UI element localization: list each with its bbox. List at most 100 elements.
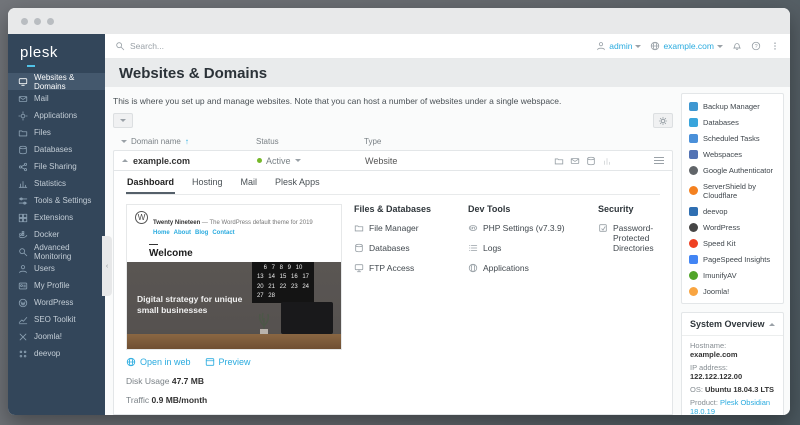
search-input[interactable] — [130, 41, 350, 51]
tool-deevop[interactable]: deevop — [689, 203, 776, 219]
tool-servershield[interactable]: ServerShield by Cloudflare — [689, 178, 776, 203]
preview-hero-text: Digital strategy for unique small busine… — [137, 294, 262, 316]
tab-hosting[interactable]: Hosting — [191, 171, 224, 194]
chevron-down-icon[interactable] — [295, 159, 301, 162]
tool-databases[interactable]: Databases — [689, 114, 776, 130]
sidebar-item-seo-toolkit[interactable]: SEO Toolkit — [8, 311, 105, 328]
tools-panel: Backup Manager Databases Scheduled Tasks… — [681, 93, 784, 304]
theme-title: Twenty Nineteen — The WordPress default … — [153, 220, 313, 226]
domain-dashboard-card: Dashboard Hosting Mail Plesk Apps — [113, 171, 673, 415]
mail-icon — [18, 94, 28, 104]
domain-name[interactable]: example.com — [133, 156, 190, 166]
sort-ascending-icon[interactable]: ↑ — [185, 137, 189, 146]
sidebar-item-my-profile[interactable]: My Profile — [8, 277, 105, 294]
open-in-web-link[interactable]: Open in web — [126, 357, 191, 367]
sidebar-item-mail[interactable]: Mail — [8, 90, 105, 107]
window-maximize-button[interactable] — [47, 18, 54, 25]
webspaces-icon — [689, 150, 698, 159]
tool-wordpress[interactable]: WordPress — [689, 219, 776, 235]
statistics-icon[interactable] — [602, 156, 612, 166]
tool-imunifyav[interactable]: ImunifyAV — [689, 267, 776, 283]
mail-icon[interactable] — [570, 156, 580, 166]
notifications-bell-icon[interactable] — [732, 41, 742, 51]
column-domain-name[interactable]: Domain name — [131, 137, 181, 146]
sidebar-item-users[interactable]: Users — [8, 260, 105, 277]
collapse-panel-icon[interactable] — [769, 323, 775, 326]
window-minimize-button[interactable] — [34, 18, 41, 25]
tool-webspaces[interactable]: Webspaces — [689, 146, 776, 162]
row-menu-icon[interactable] — [654, 157, 664, 164]
globe-icon — [650, 41, 660, 51]
link-logs[interactable]: Logs — [468, 243, 588, 253]
sidebar-item-files[interactable]: Files — [8, 124, 105, 141]
system-overview-panel: System Overview Hostname: example.com IP… — [681, 312, 784, 415]
tool-google-authenticator[interactable]: Google Authenticator — [689, 162, 776, 178]
sidebar-collapse-handle[interactable]: ‹ — [102, 236, 112, 296]
tab-mail[interactable]: Mail — [240, 171, 259, 194]
os-row: OS: Ubuntu 18.04.3 LTS — [690, 385, 775, 394]
site-preview-thumbnail[interactable]: W Twenty Nineteen — The WordPress defaul… — [126, 204, 342, 350]
tab-plesk-apps[interactable]: Plesk Apps — [274, 171, 321, 194]
sidebar-item-advanced-monitoring[interactable]: Advanced Monitoring — [8, 243, 105, 260]
link-applications[interactable]: Applications — [468, 263, 588, 273]
tool-backup-manager[interactable]: Backup Manager — [689, 98, 776, 114]
files-icon[interactable] — [554, 156, 564, 166]
link-password-protected-directories[interactable]: Password-Protected Directories — [598, 223, 683, 253]
search-icon — [115, 41, 125, 51]
bar-chart-icon — [126, 414, 136, 415]
domain-menu[interactable]: example.com — [650, 41, 723, 51]
collapse-all-icon[interactable] — [121, 140, 127, 143]
window-close-button[interactable] — [21, 18, 28, 25]
sidebar-item-docker[interactable]: Docker — [8, 226, 105, 243]
sidebar-item-deevop[interactable]: deevop — [8, 345, 105, 362]
preview-hero-image: 6 7 8 9 10 13 14 15 16 17 20 21 22 23 24… — [127, 262, 341, 349]
preview-link[interactable]: Preview — [205, 357, 251, 367]
sidebar-item-file-sharing[interactable]: File Sharing — [8, 158, 105, 175]
sidebar-item-wordpress[interactable]: WordPress — [8, 294, 105, 311]
system-overview-title: System Overview — [690, 319, 765, 329]
divider — [149, 244, 158, 245]
scheduled-tasks-icon — [689, 134, 698, 143]
tool-speed-kit[interactable]: Speed Kit — [689, 235, 776, 251]
desk-decoration — [127, 334, 341, 349]
database-icon[interactable] — [586, 156, 596, 166]
preview-window-icon — [205, 357, 215, 367]
sidebar-item-tools-settings[interactable]: Tools & Settings — [8, 192, 105, 209]
cloudflare-icon — [689, 186, 698, 195]
tool-scheduled-tasks[interactable]: Scheduled Tasks — [689, 130, 776, 146]
help-icon[interactable]: ? — [751, 41, 761, 51]
web-statistics-ssl-link[interactable]: Web Statistics SSL/TLS — [211, 414, 320, 415]
gear-icon — [658, 116, 668, 126]
tool-pagespeed-insights[interactable]: PageSpeed Insights — [689, 251, 776, 267]
page-title: Websites & Domains — [119, 65, 267, 82]
link-databases[interactable]: Databases — [354, 243, 458, 253]
tool-joomla[interactable]: Joomla! — [689, 283, 776, 299]
sidebar-item-websites-domains[interactable]: Websites & Domains — [8, 73, 105, 90]
expand-all-button[interactable] — [113, 113, 133, 128]
tab-dashboard[interactable]: Dashboard — [126, 171, 175, 194]
collapse-row-icon[interactable] — [122, 159, 128, 162]
sidebar-item-applications[interactable]: Applications — [8, 107, 105, 124]
product-row: Product: Plesk Obsidian 18.0.19 — [690, 398, 775, 415]
database-icon — [18, 145, 28, 155]
status-active-dot — [257, 158, 262, 163]
sidebar-item-statistics[interactable]: Statistics — [8, 175, 105, 192]
column-status[interactable]: Status — [256, 137, 364, 146]
sphere-icon — [468, 263, 478, 273]
web-statistics-link[interactable]: Web Statistics — [126, 414, 197, 415]
column-type[interactable]: Type — [364, 137, 665, 146]
sidebar-item-extensions[interactable]: Extensions — [8, 209, 105, 226]
link-file-manager[interactable]: File Manager — [354, 223, 458, 233]
link-ftp-access[interactable]: FTP Access — [354, 263, 458, 273]
domain-row-example-com[interactable]: example.com Active Website — [113, 150, 673, 171]
sidebar-item-joomla[interactable]: Joomla! — [8, 328, 105, 345]
kebab-menu-icon[interactable] — [770, 41, 780, 51]
puzzle-icon — [18, 213, 28, 223]
bar-chart-icon — [211, 414, 221, 415]
sidebar-item-databases[interactable]: Databases — [8, 141, 105, 158]
magnifier-icon — [18, 247, 28, 257]
sliders-icon — [18, 196, 28, 206]
user-menu[interactable]: admin — [596, 41, 641, 51]
link-php-settings[interactable]: PHP Settings (v7.3.9) — [468, 223, 588, 233]
list-settings-button[interactable] — [653, 113, 673, 128]
